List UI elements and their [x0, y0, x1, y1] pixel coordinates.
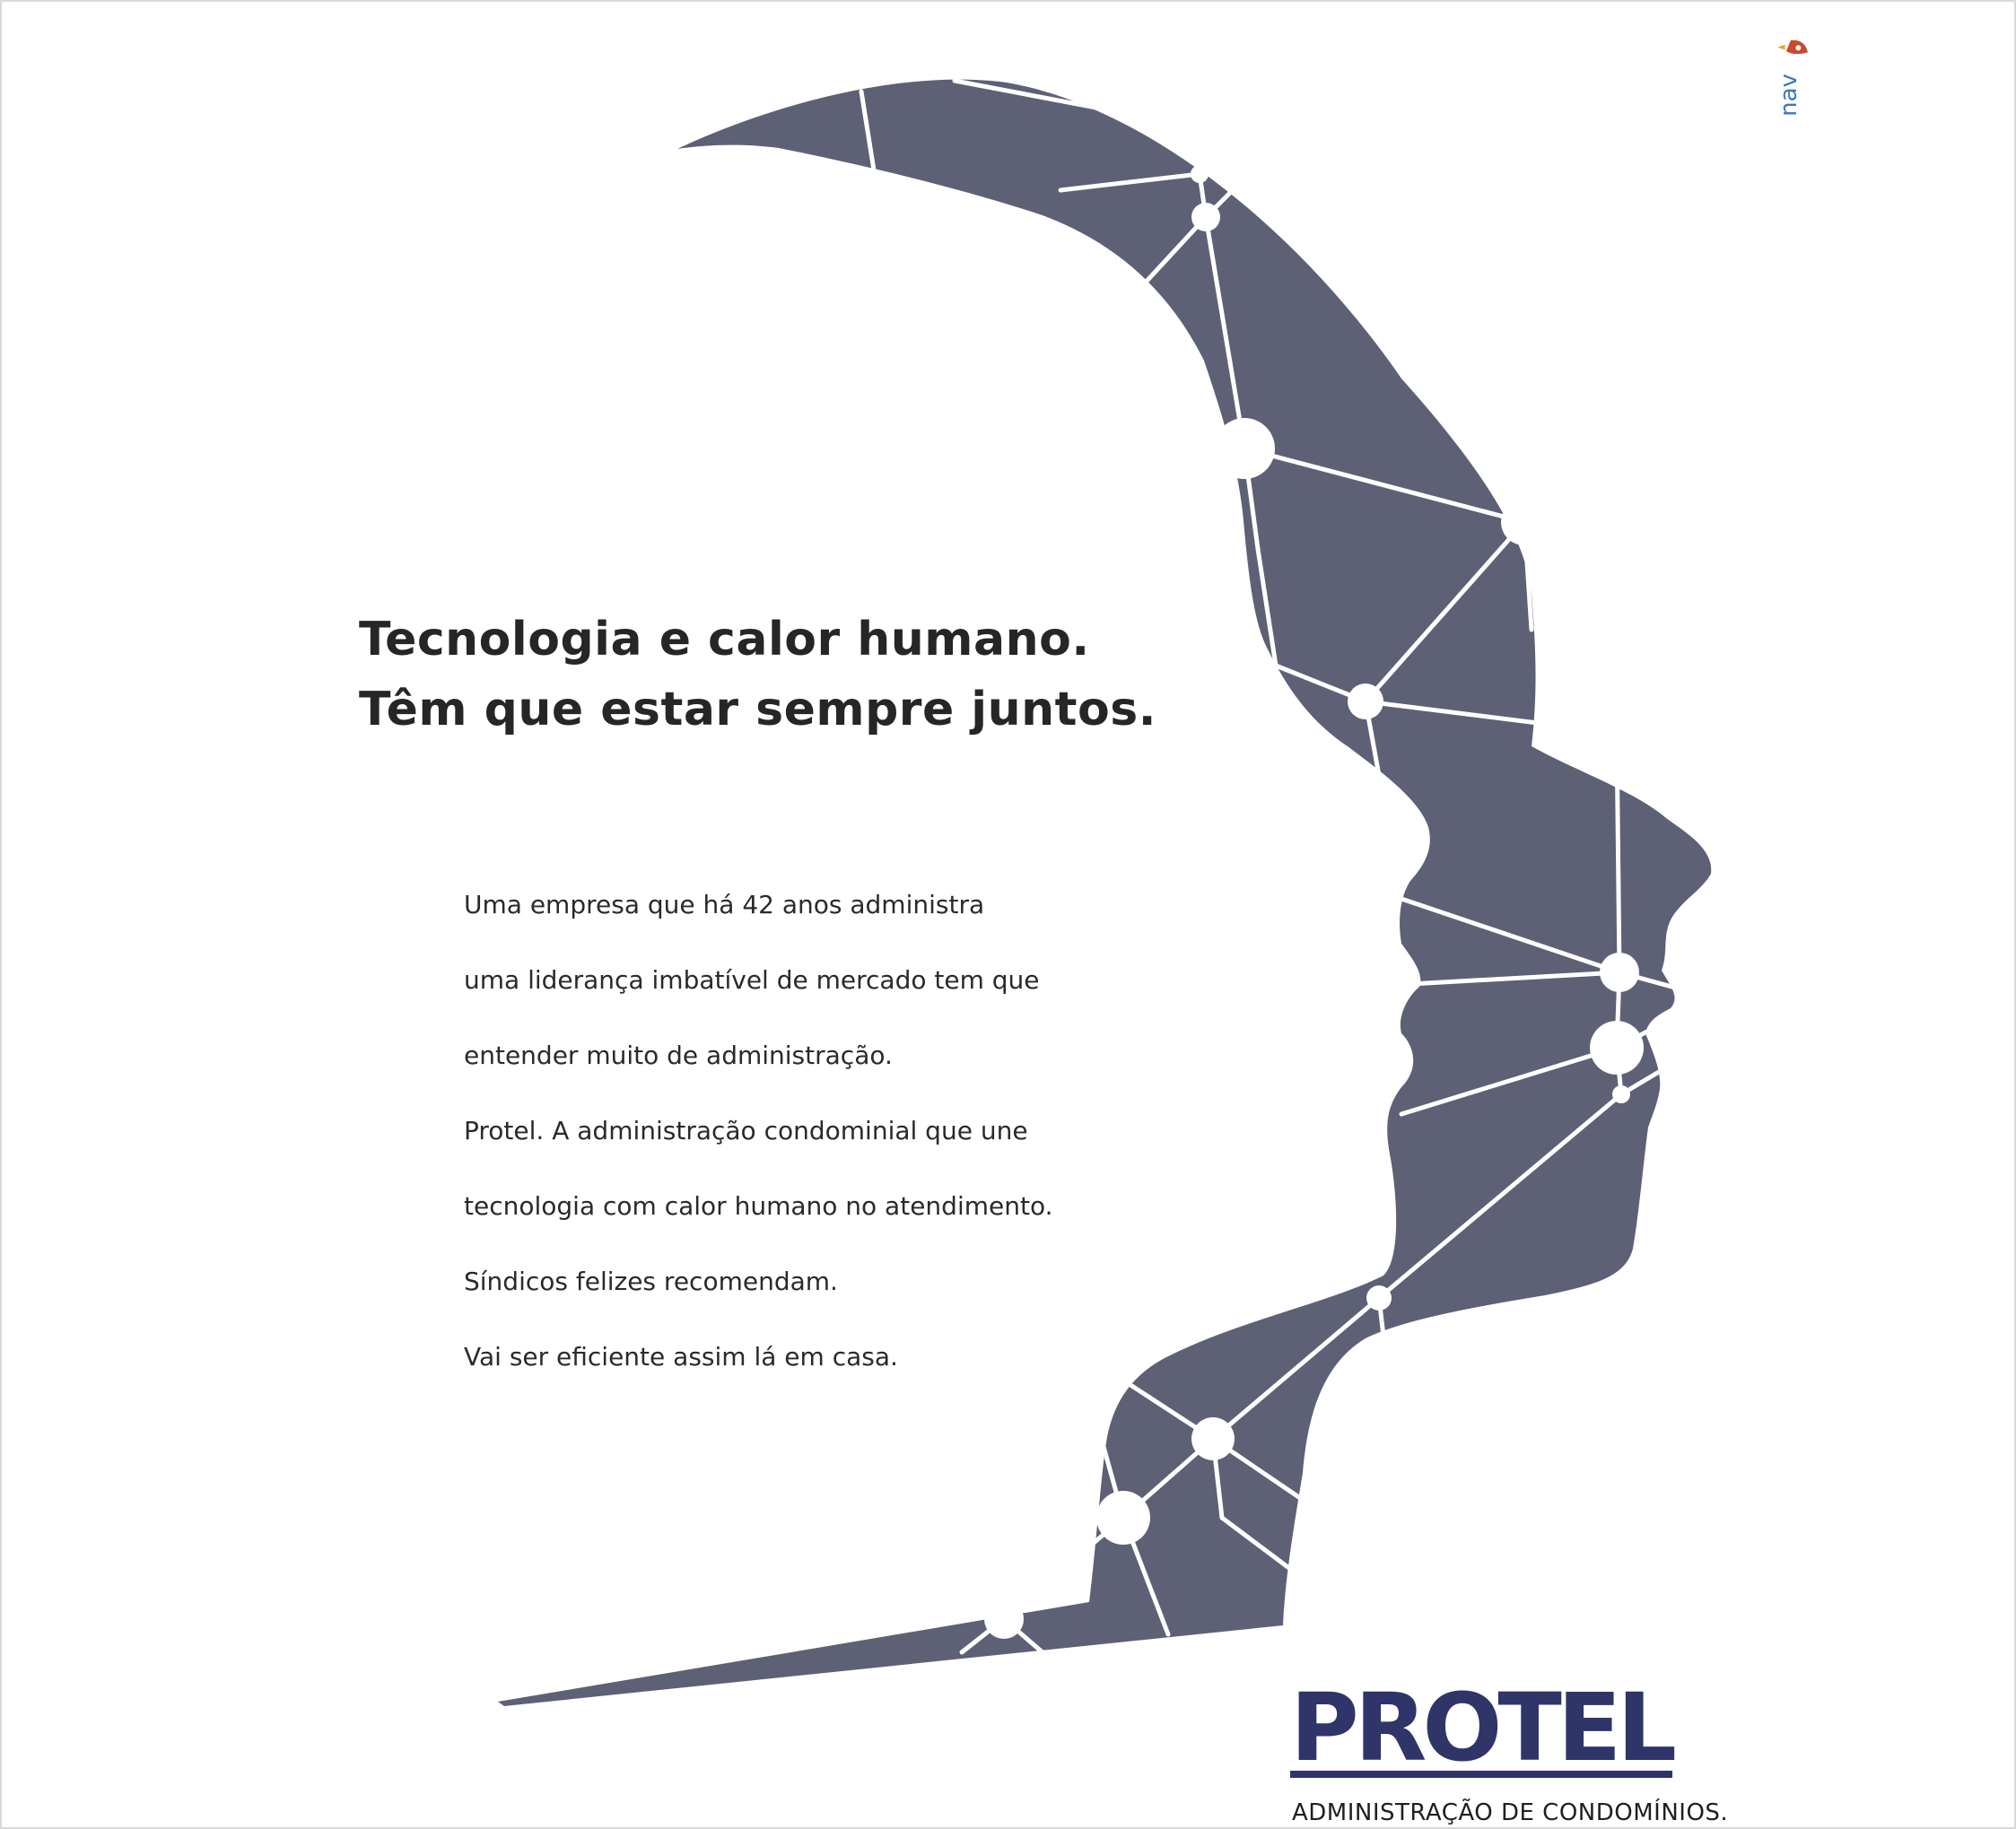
body-line: tecnologia com calor humano no atendimen… — [464, 1191, 1053, 1221]
brand-tagline: ADMINISTRAÇÃO DE CONDOMÍNIOS. — [1292, 1799, 1729, 1826]
headline-line: Tecnologia e calor humano. — [359, 613, 1090, 666]
body-line: entender muito de administração. — [464, 1041, 893, 1070]
body-line: Uma empresa que há 42 anos administra — [464, 890, 985, 919]
headline: Tecnologia e calor humano. Têm que estar… — [359, 605, 1166, 745]
agency-mark-text: nav — [1776, 74, 1802, 117]
body-line: uma liderança imbatível de mercado tem q… — [464, 965, 1040, 995]
headline-line: Têm que estar sempre juntos. — [359, 683, 1156, 736]
body-line: Síndicos felizes recomendam. — [464, 1267, 838, 1296]
brand-logo-text: PROTEL — [1290, 1681, 1675, 1782]
body-copy: Uma empresa que há 42 anos administra um… — [464, 867, 1146, 1395]
protel-logo: PROTEL — [1290, 1681, 1676, 1782]
rocket-icon: nav — [1776, 39, 1809, 117]
body-line: Vai ser eficiente assim lá em casa. — [464, 1342, 898, 1372]
body-line: Protel. A administração condominial que … — [464, 1116, 1028, 1145]
brand-block: PROTEL ADMINISTRAÇÃO DE CONDOMÍNIOS. — [1290, 1681, 1757, 1826]
advertisement: Tecnologia e calor humano. Têm que estar… — [0, 0, 2016, 1829]
